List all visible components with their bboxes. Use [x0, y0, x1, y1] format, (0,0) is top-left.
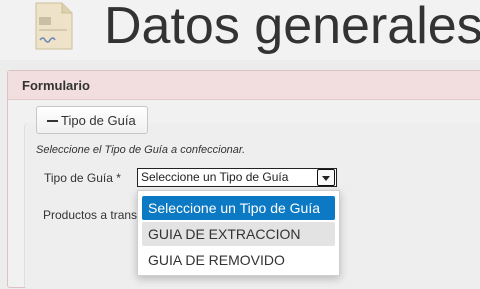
minus-icon [47, 120, 58, 122]
tipo-guia-label: Tipo de Guía * [44, 171, 121, 185]
page-header: Datos generales [0, 0, 480, 60]
document-icon [35, 2, 73, 50]
dropdown-arrow-button[interactable] [317, 169, 335, 186]
select-value: Seleccione un Tipo de Guía [141, 170, 289, 184]
tipo-guia-select[interactable]: Seleccione un Tipo de Guía [137, 168, 337, 187]
dropdown-option-seleccione[interactable]: Seleccione un Tipo de Guía [142, 196, 335, 220]
toggle-button-label: Tipo de Guía [61, 113, 136, 128]
panel-heading: Formulario [8, 71, 480, 100]
help-text: Seleccione el Tipo de Guía a confecciona… [36, 144, 246, 156]
dropdown-option-guia-removido[interactable]: GUIA DE REMOVIDO [142, 248, 335, 272]
productos-label: Productos a trans [43, 208, 138, 222]
page-title: Datos generales [104, 0, 480, 55]
toggle-tipo-guia-button[interactable]: Tipo de Guía [36, 106, 148, 134]
tipo-guia-dropdown-list: Seleccione un Tipo de Guía GUIA DE EXTRA… [137, 190, 340, 276]
dropdown-option-guia-extraccion[interactable]: GUIA DE EXTRACCION [142, 222, 335, 246]
panel-title: Formulario [22, 78, 90, 93]
chevron-down-icon [322, 176, 330, 181]
